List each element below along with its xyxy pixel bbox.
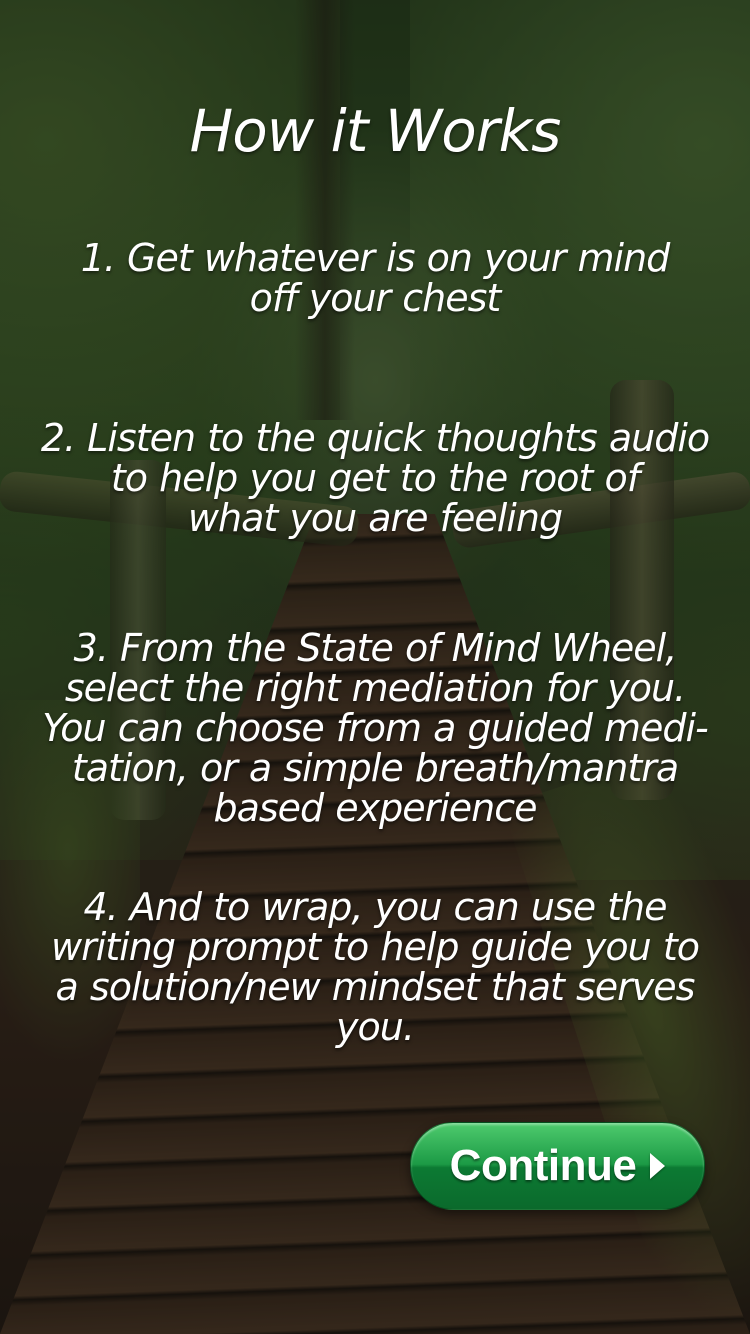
step-1: 1. Get whatever is on your mind off your… — [24, 238, 726, 318]
step-3-line: tation, or a simple breath/mantra — [71, 746, 679, 790]
step-4: 4. And to wrap, you can use the writing … — [24, 887, 726, 1047]
step-1-line: off your chest — [249, 276, 502, 320]
step-3: 3. From the State of Mind Wheel, select … — [24, 628, 726, 828]
step-1-line: 1. Get whatever is on your mind — [80, 236, 671, 280]
chevron-right-icon — [650, 1153, 666, 1179]
step-2: 2. Listen to the quick thoughts audio to… — [24, 418, 726, 538]
step-4-line: writing prompt to help guide you to — [51, 925, 700, 969]
step-4-line: you. — [336, 1005, 415, 1049]
step-3-line: based experience — [213, 786, 537, 830]
continue-button-label: Continue — [449, 1141, 637, 1190]
step-2-line: to help you get to the root of — [110, 456, 640, 500]
page-title: How it Works — [189, 97, 562, 165]
continue-button[interactable]: Continue — [410, 1122, 705, 1210]
step-3-line: select the right mediation for you. — [64, 666, 686, 710]
step-2-line: 2. Listen to the quick thoughts audio — [40, 416, 710, 460]
step-4-line: a solution/new mindset that serves — [55, 965, 696, 1009]
step-3-line: 3. From the State of Mind Wheel, — [73, 626, 678, 670]
step-3-line: You can choose from a guided medi- — [42, 706, 708, 750]
step-4-line: 4. And to wrap, you can use the — [83, 885, 667, 929]
step-2-line: what you are feeling — [187, 496, 563, 540]
